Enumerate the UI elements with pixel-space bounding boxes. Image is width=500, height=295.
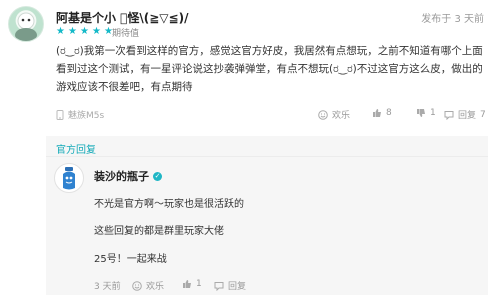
review-text: (ರ‿ರ)我第一次看到这样的官方，感觉这官方好皮，我居然有点想玩，之前不知道有哪…: [56, 45, 483, 93]
developer-name[interactable]: 装沙的瓶子: [94, 168, 149, 184]
like-button[interactable]: 8: [372, 108, 392, 118]
official-fun-button[interactable]: 欢乐: [132, 279, 164, 292]
star-icon: ★: [80, 26, 89, 37]
developer-name-row: 装沙的瓶子 ✓: [94, 168, 162, 184]
reply-count: 7: [480, 109, 486, 120]
fun-button[interactable]: 欢乐: [318, 108, 350, 121]
fun-label: 欢乐: [332, 111, 351, 121]
star-icon: ★: [92, 26, 101, 37]
rating-label: 期待值: [112, 29, 140, 39]
thumbs-up-icon: [182, 279, 192, 289]
reply-button[interactable]: 回复 7: [444, 108, 486, 121]
reply-label: 回复: [458, 111, 477, 121]
official-fun-label: 欢乐: [146, 282, 165, 292]
star-icon: ★: [56, 26, 65, 37]
verified-icon: ✓: [153, 171, 162, 181]
device-name: 魅族M5s: [68, 111, 105, 121]
official-reply-line: 这些回复的都是群里玩家大佬: [94, 226, 224, 237]
official-reply-button[interactable]: 回复: [214, 279, 246, 292]
official-reply-line: 25号！一起来战: [94, 254, 167, 265]
reviewer-name[interactable]: 阿基是个小 ゙怪\(≧▽≦)/: [56, 9, 188, 26]
thumbs-down-icon: [416, 108, 426, 118]
thumbs-up-icon: [372, 108, 382, 118]
star-icon: ★: [68, 26, 77, 37]
divider: [46, 156, 488, 157]
official-reply-panel: [46, 136, 488, 295]
phone-icon: [56, 109, 64, 120]
official-reply-line: 不光是官方啊～玩家也是很活跃的: [94, 199, 244, 210]
comment-icon: [214, 281, 224, 291]
dislike-count: 1: [430, 108, 436, 118]
official-reply-time-text: 3 天前: [94, 282, 121, 292]
official-like-button[interactable]: 1: [182, 279, 202, 289]
official-reply-label: 官方回复: [56, 145, 96, 156]
reviewer-avatar[interactable]: [8, 6, 44, 42]
official-reply-time: 3 天前: [94, 279, 121, 292]
official-like-count: 1: [196, 279, 202, 289]
developer-avatar[interactable]: [54, 163, 84, 193]
device-info: 魅族M5s: [56, 108, 104, 121]
smile-icon: [318, 109, 328, 120]
official-reply-label: 回复: [228, 282, 247, 292]
comment-icon: [444, 110, 454, 120]
rating-stars: ★ ★ ★ ★ ★: [56, 27, 114, 37]
dislike-button[interactable]: 1: [416, 108, 436, 118]
like-count: 8: [386, 108, 392, 118]
smile-icon: [132, 280, 142, 291]
review-time: 发布于 3 天前: [421, 14, 484, 25]
